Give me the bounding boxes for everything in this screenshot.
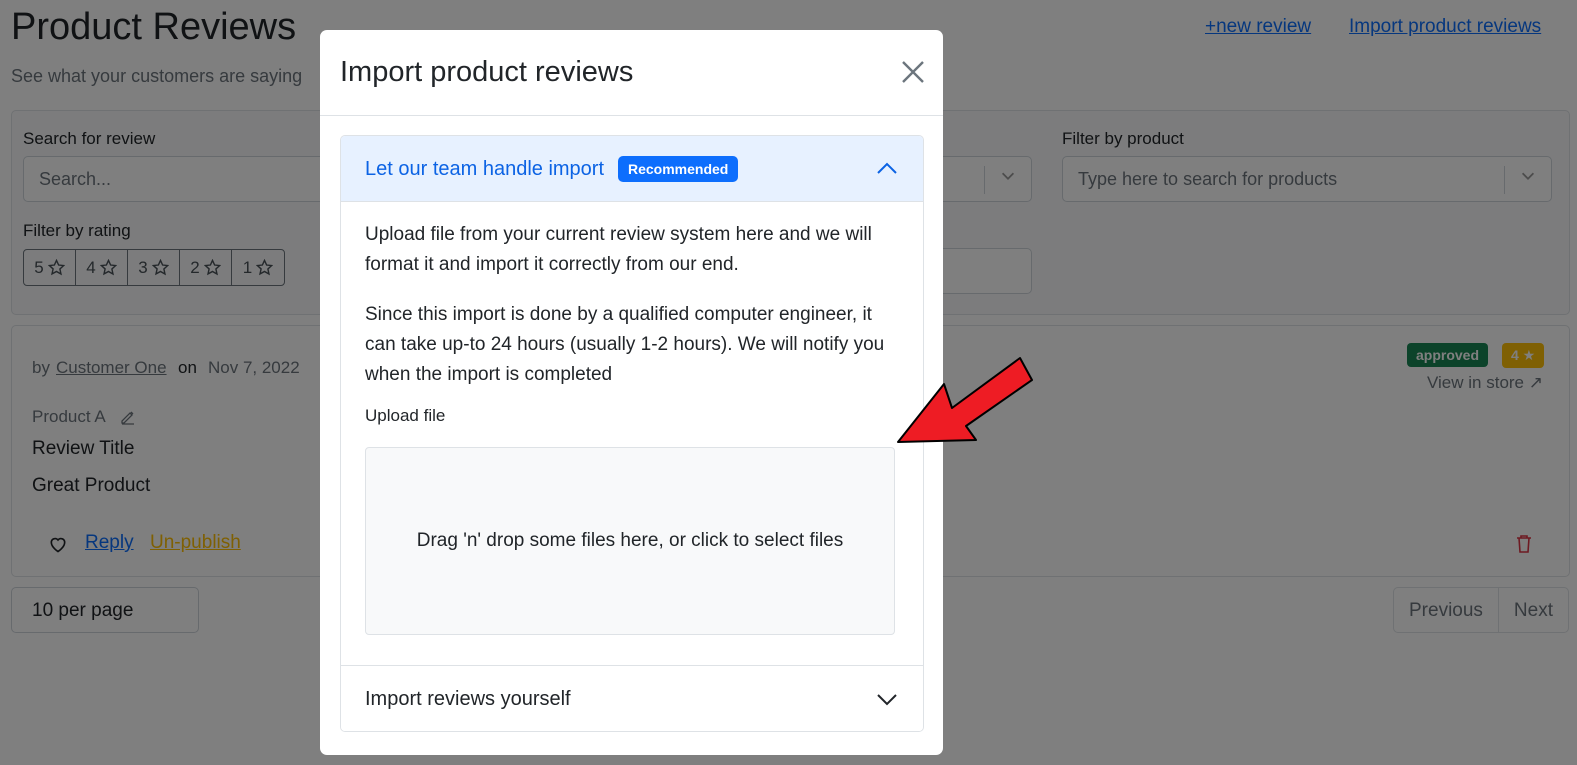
modal-title: Import product reviews — [340, 56, 634, 88]
accordion-header-self-import[interactable]: Import reviews yourself — [341, 665, 923, 731]
team-import-timing-note: Since this import is done by a qualified… — [365, 304, 885, 385]
import-options-accordion: Let our team handle import Recommended U… — [340, 135, 924, 732]
chevron-up-icon — [877, 162, 897, 174]
accordion-body-team-import: Upload file from your current review sys… — [365, 220, 901, 426]
recommended-badge: Recommended — [618, 156, 739, 182]
import-reviews-modal: Import product reviews Let our team hand… — [320, 30, 943, 755]
accordion-title-self-import: Import reviews yourself — [365, 688, 571, 710]
chevron-down-icon — [877, 694, 897, 706]
red-arrow-annotation — [897, 357, 1033, 443]
modal-header: Import product reviews — [320, 30, 943, 116]
close-icon[interactable] — [899, 58, 927, 86]
dropzone-text: Drag 'n' drop some files here, or click … — [416, 530, 844, 551]
file-dropzone[interactable]: Drag 'n' drop some files here, or click … — [365, 447, 895, 635]
accordion-title-team-import: Let our team handle import — [365, 158, 605, 180]
upload-file-label: Upload file — [365, 406, 446, 425]
accordion-header-team-import[interactable]: Let our team handle import Recommended — [341, 136, 923, 202]
team-import-description: Upload file from your current review sys… — [365, 224, 872, 275]
